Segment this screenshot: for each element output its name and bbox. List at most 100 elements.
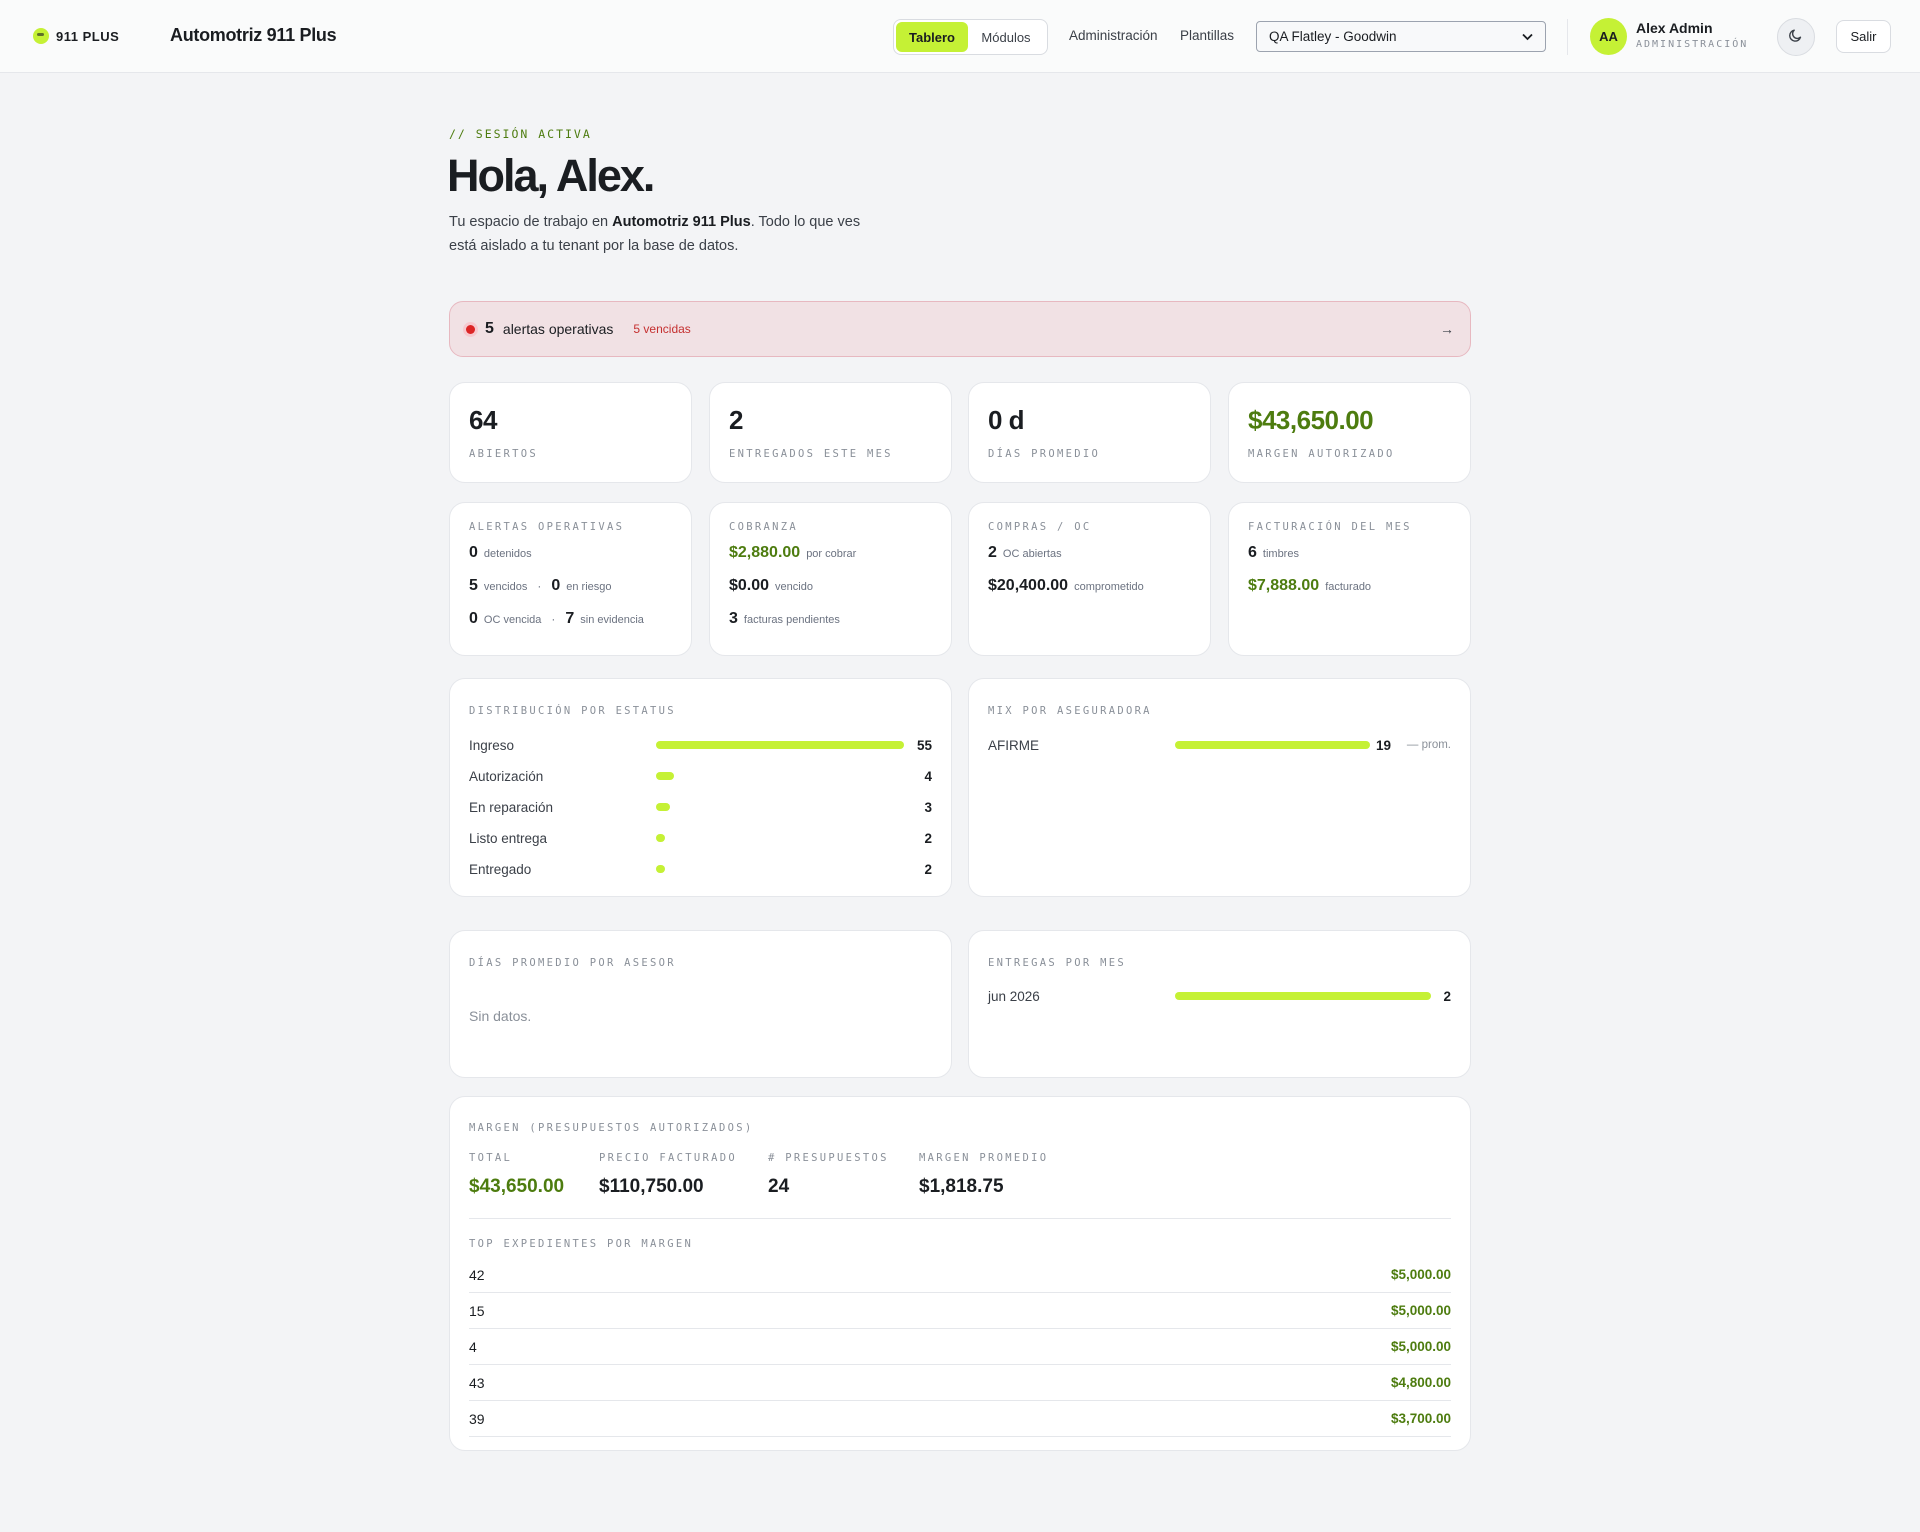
stat-label: # PRESUPUESTOS xyxy=(768,1152,889,1164)
bar-note: — prom. xyxy=(1406,739,1451,751)
metric-text: vencido xyxy=(775,581,813,593)
user-name: Alex Admin xyxy=(1636,20,1713,36)
expediente-amount: $5,000.00 xyxy=(1390,1303,1451,1318)
theme-toggle-button[interactable] xyxy=(1777,18,1815,56)
divider xyxy=(469,1218,1451,1219)
metric-text: en riesgo xyxy=(566,581,612,593)
metric-line: 5 vencidos · 0 en riesgo xyxy=(469,577,672,610)
bar-track xyxy=(656,865,904,873)
intro-prefix: Tu espacio de trabajo en xyxy=(449,214,613,230)
card-title: MARGEN (PRESUPUESTOS AUTORIZADOS) xyxy=(469,1122,754,1134)
advisor-days-card: DÍAS PROMEDIO POR ASESOR Sin datos. xyxy=(449,930,952,1078)
bar-value: 19 xyxy=(1375,737,1391,753)
card-title: ENTREGAS POR MES xyxy=(988,957,1126,969)
alert-dot-icon xyxy=(466,324,475,334)
expediente-id: 39 xyxy=(469,1410,485,1427)
card-title: MIX POR ASEGURADORA xyxy=(988,705,1152,717)
expediente-id: 4 xyxy=(469,1338,477,1355)
brand-logo[interactable]: 911 PLUS xyxy=(33,28,119,44)
intro-text: Tu espacio de trabajo en Automotriz 911 … xyxy=(449,211,869,258)
session-eyebrow: // SESIÓN ACTIVA xyxy=(449,127,592,141)
top-expediente-row[interactable]: 4 $5,000.00 xyxy=(469,1329,1451,1365)
stat-label: PRECIO FACTURADO xyxy=(599,1152,737,1164)
top-expediente-row[interactable]: 15 $5,000.00 xyxy=(469,1293,1451,1329)
metric-text: OC vencida xyxy=(483,614,542,626)
card-title: COMPRAS / OC xyxy=(988,521,1092,533)
bar-value: 4 xyxy=(924,768,932,784)
kpi-value: 64 xyxy=(469,405,497,435)
bar-label: Entregado xyxy=(469,861,532,877)
metric-number: 0 xyxy=(551,577,561,594)
bar-track xyxy=(656,772,904,780)
metric-number: $20,400.00 xyxy=(988,577,1069,594)
kpi-label: ABIERTOS xyxy=(469,448,538,460)
stat-label: MARGEN PROMEDIO xyxy=(919,1152,1049,1164)
metric-text: facturado xyxy=(1325,581,1372,593)
user-role: ADMINISTRACIÓN xyxy=(1636,39,1749,50)
card-title: DISTRIBUCIÓN POR ESTATUS xyxy=(469,705,676,717)
bar-label: AFIRME xyxy=(988,737,1040,753)
separator: · xyxy=(551,612,556,626)
stat-value: $1,818.75 xyxy=(919,1176,1004,1197)
alerts-banner[interactable]: 5 alertas operativas 5 vencidas → xyxy=(449,301,1471,357)
insurer-mix-card: MIX POR ASEGURADORA AFIRME 19 — prom. xyxy=(968,678,1471,897)
expediente-amount: $4,800.00 xyxy=(1390,1375,1451,1390)
bar-row: Listo entrega 2 xyxy=(469,828,932,848)
metric-text: vencidos xyxy=(483,581,528,593)
margin-stat-total: TOTAL $43,650.00 xyxy=(469,1152,564,1198)
bar-row: En reparación 3 xyxy=(469,797,932,817)
metric-line: $2,880.00 por cobrar xyxy=(729,544,932,577)
kpi-label: ENTREGADOS ESTE MES xyxy=(729,448,893,460)
card-title: COBRANZA xyxy=(729,521,798,533)
stat-label: TOTAL xyxy=(469,1152,513,1164)
compras-card: COMPRAS / OC 2 OC abiertas $20,400.00 co… xyxy=(968,502,1211,656)
bar-track xyxy=(1175,992,1431,1000)
top-expediente-row[interactable]: 43 $4,800.00 xyxy=(469,1365,1451,1401)
bar-row: Entregado 2 xyxy=(469,859,932,879)
avatar[interactable]: AA xyxy=(1590,18,1627,55)
metric-number: $2,880.00 xyxy=(729,544,801,561)
top-title: TOP EXPEDIENTES POR MARGEN xyxy=(469,1238,694,1250)
bar-row: Autorización 4 xyxy=(469,766,932,786)
bar-fill xyxy=(1175,741,1370,749)
logout-button[interactable]: Salir xyxy=(1836,20,1891,53)
metric-number: 6 xyxy=(1248,544,1257,561)
top-expediente-row[interactable]: 42 $5,000.00 xyxy=(469,1257,1451,1293)
metric-text: facturas pendientes xyxy=(743,614,840,626)
bar-value: 2 xyxy=(924,830,932,846)
metric-number: 2 xyxy=(988,544,997,561)
metric-number: 0 xyxy=(469,610,478,627)
bar-label: En reparación xyxy=(469,799,554,815)
nav-plantillas[interactable]: Plantillas xyxy=(1180,28,1234,43)
bar-label: Ingreso xyxy=(469,737,515,753)
empty-state: Sin datos. xyxy=(469,1008,532,1024)
bar-fill xyxy=(656,803,670,811)
view-tabs: Tablero Módulos xyxy=(893,19,1048,55)
tab-modulos[interactable]: Módulos xyxy=(968,22,1044,52)
stat-value: $43,650.00 xyxy=(469,1176,565,1197)
brand-name: 911 PLUS xyxy=(56,28,120,44)
metric-text: comprometido xyxy=(1074,581,1144,593)
bar-track xyxy=(656,803,904,811)
stat-value: $110,750.00 xyxy=(599,1176,704,1197)
kpi-label: MARGEN AUTORIZADO xyxy=(1248,448,1395,460)
bar-value: 2 xyxy=(924,861,932,877)
metric-line: 6 timbres xyxy=(1248,544,1451,577)
expediente-amount: $5,000.00 xyxy=(1390,1339,1451,1354)
expediente-id: 42 xyxy=(469,1266,485,1283)
ops-alerts-card: ALERTAS OPERATIVAS 0 detenidos 5 vencido… xyxy=(449,502,692,656)
metric-text: detenidos xyxy=(483,548,532,560)
nav-administracion[interactable]: Administración xyxy=(1069,28,1158,43)
bar-fill xyxy=(656,741,904,749)
metric-text: sin evidencia xyxy=(580,614,644,626)
stat-value: 24 xyxy=(768,1176,790,1197)
margin-stat-precio: PRECIO FACTURADO $110,750.00 xyxy=(599,1152,737,1198)
alert-overdue: 5 vencidas xyxy=(633,322,691,336)
top-expediente-row[interactable]: 39 $3,700.00 xyxy=(469,1401,1451,1437)
bar-fill xyxy=(656,865,666,873)
metric-number: 0 xyxy=(469,544,478,561)
tab-tablero[interactable]: Tablero xyxy=(896,22,968,52)
metric-text: por cobrar xyxy=(806,548,857,560)
moon-icon xyxy=(1788,27,1804,48)
tenant-select[interactable]: QA Flatley - Goodwin xyxy=(1256,21,1546,52)
